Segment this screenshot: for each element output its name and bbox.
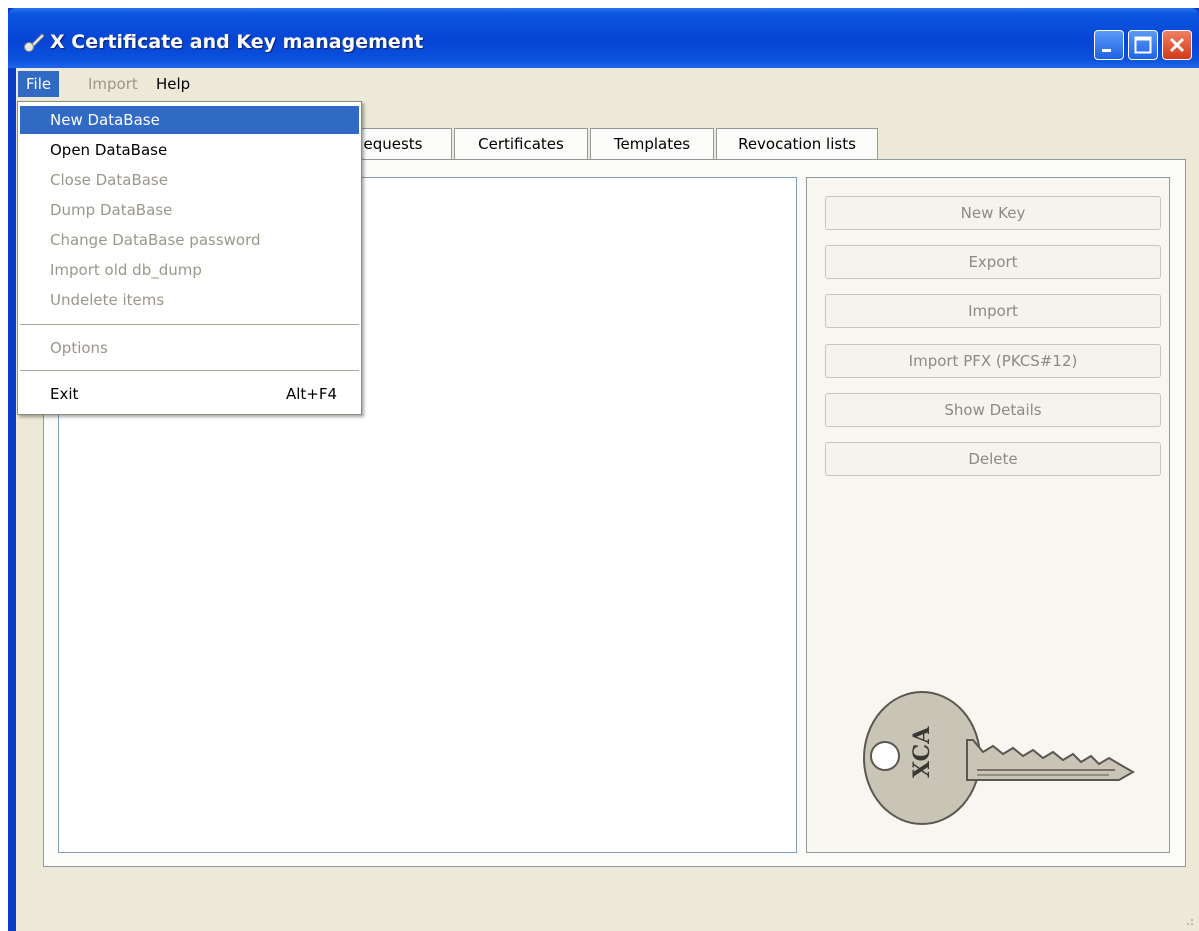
- tab-certificates[interactable]: Certificates: [454, 128, 588, 160]
- window-title: X Certificate and Key management: [50, 31, 424, 53]
- delete-button[interactable]: Delete: [825, 442, 1161, 476]
- menu-import[interactable]: Import: [80, 71, 146, 97]
- menu-item-options[interactable]: Options: [20, 334, 359, 362]
- menu-item-close-database[interactable]: Close DataBase: [20, 166, 359, 194]
- menu-separator: [20, 370, 359, 371]
- maximize-icon: [1134, 36, 1152, 54]
- menu-item-change-password[interactable]: Change DataBase password: [20, 226, 359, 254]
- export-button[interactable]: Export: [825, 245, 1161, 279]
- menu-help[interactable]: Help: [148, 71, 198, 97]
- menu-item-exit-label: Exit: [50, 385, 79, 403]
- key-app-icon: [24, 33, 45, 52]
- new-key-button[interactable]: New Key: [825, 196, 1161, 230]
- menu-item-dump-database[interactable]: Dump DataBase: [20, 196, 359, 224]
- close-icon: [1169, 37, 1185, 53]
- key-logo-image: XCA: [863, 691, 1136, 825]
- title-bar[interactable]: X Certificate and Key management: [8, 8, 1199, 68]
- menu-item-open-database[interactable]: Open DataBase: [20, 136, 359, 164]
- key-logo-text: XCA: [909, 726, 935, 778]
- tab-revocation-lists[interactable]: Revocation lists: [716, 128, 878, 160]
- show-details-button[interactable]: Show Details: [825, 393, 1161, 427]
- menu-separator: [20, 324, 359, 325]
- import-button[interactable]: Import: [825, 294, 1161, 328]
- close-button[interactable]: [1162, 30, 1192, 60]
- exit-shortcut: Alt+F4: [285, 385, 337, 403]
- menu-item-import-old-db-dump[interactable]: Import old db_dump: [20, 256, 359, 284]
- menu-item-exit[interactable]: Exit Alt+F4: [20, 380, 359, 408]
- minimize-button[interactable]: [1094, 30, 1124, 60]
- file-menu-dropdown: New DataBase Open DataBase Close DataBas…: [17, 101, 362, 415]
- import-pfx-button[interactable]: Import PFX (PKCS#12): [825, 344, 1161, 378]
- menu-item-new-database[interactable]: New DataBase: [20, 106, 359, 134]
- menu-bar: File Import Help: [16, 68, 1199, 100]
- menu-file[interactable]: File: [18, 71, 60, 97]
- size-grip-icon[interactable]: [1181, 913, 1195, 927]
- menu-item-undelete-items[interactable]: Undelete items: [20, 286, 359, 314]
- status-bar: [16, 888, 1199, 931]
- minimize-icon: [1102, 49, 1111, 52]
- key-actions-panel: New Key Export Import Import PFX (PKCS#1…: [806, 177, 1170, 853]
- tab-templates[interactable]: Templates: [590, 128, 714, 160]
- maximize-button[interactable]: [1128, 30, 1158, 60]
